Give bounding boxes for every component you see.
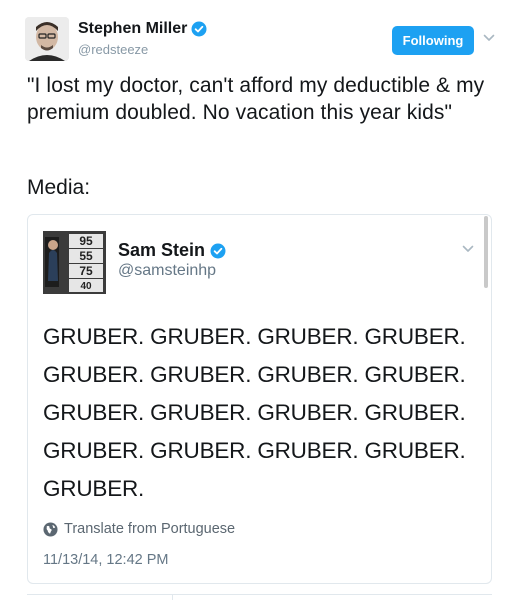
card-scrollbar[interactable] — [484, 216, 488, 288]
media-label: Media: — [27, 176, 91, 199]
chevron-down-icon[interactable] — [462, 243, 474, 255]
author-name[interactable]: Stephen Miller — [78, 20, 207, 38]
verified-badge-icon — [191, 21, 207, 37]
author-handle[interactable]: @redsteeze — [78, 42, 148, 57]
verified-badge-icon — [210, 243, 226, 258]
embedded-author-avatar[interactable]: 95 55 75 40 — [43, 231, 106, 294]
divider-tick — [172, 594, 173, 600]
translate-link[interactable]: Translate from Portuguese — [43, 521, 235, 537]
embedded-tweet-text: GRUBER. GRUBER. GRUBER. GRUBER. GRUBER. … — [43, 324, 466, 501]
tweet-text: "I lost my doctor, can't afford my deduc… — [27, 74, 485, 124]
globe-icon — [43, 521, 58, 537]
tweet-timestamp[interactable]: 11/13/14, 12:42 PM — [43, 552, 169, 568]
author-avatar[interactable] — [25, 17, 69, 61]
translate-label: Translate from Portuguese — [64, 521, 236, 537]
avatar-scoreboard-image: 95 55 75 40 — [43, 231, 106, 294]
following-button[interactable]: Following — [392, 26, 474, 55]
embedded-author-name[interactable]: Sam Stein — [118, 240, 226, 261]
author-name-text: Stephen Miller — [78, 20, 188, 37]
embedded-author-handle[interactable]: @samsteinhp — [118, 262, 216, 280]
avatar-number-1: 95 — [79, 234, 93, 248]
avatar-portrait-image — [25, 17, 69, 61]
avatar-number-3: 75 — [79, 264, 93, 278]
divider — [27, 594, 492, 595]
embedded-author-name-text: Sam Stein — [118, 240, 206, 260]
avatar-number-4: 40 — [80, 281, 92, 292]
avatar-number-2: 55 — [79, 249, 93, 263]
chevron-down-icon[interactable] — [483, 32, 495, 44]
